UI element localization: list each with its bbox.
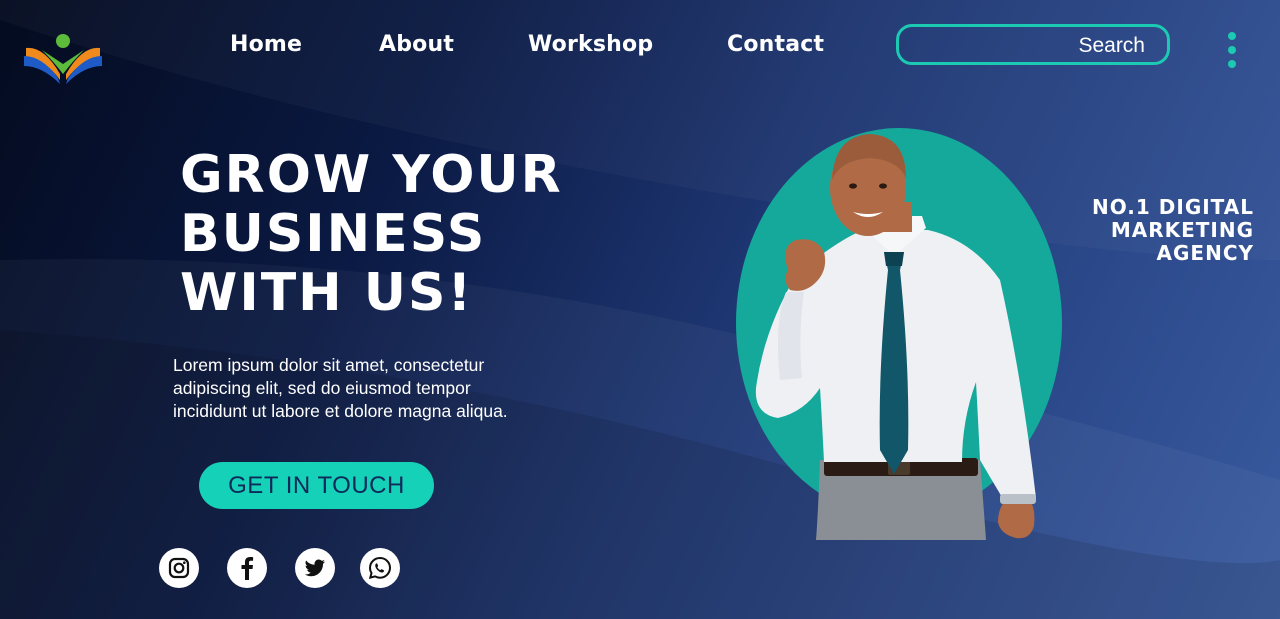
search-label: Search xyxy=(1078,34,1145,57)
description-line: Lorem ipsum dolor sit amet, consectetur xyxy=(173,355,485,375)
nav-item-home[interactable]: Home xyxy=(230,32,302,57)
facebook-icon[interactable] xyxy=(227,548,267,588)
hero-description: Lorem ipsum dolor sit amet, consectetur … xyxy=(173,354,543,423)
hero-headline: GROW YOUR BUSINESS WITH US! xyxy=(180,146,563,323)
kebab-menu-icon[interactable] xyxy=(1222,30,1242,70)
search-input[interactable]: Search xyxy=(896,24,1170,65)
tagline-line: MARKETING xyxy=(1110,218,1254,242)
headline-line: BUSINESS xyxy=(180,204,487,264)
get-in-touch-button[interactable]: GET IN TOUCH xyxy=(199,462,434,509)
description-line: adipiscing elit, sed do eiusmod tempor xyxy=(173,378,471,398)
whatsapp-icon[interactable] xyxy=(360,548,400,588)
book-person-logo-icon[interactable] xyxy=(22,32,104,86)
headline-line: WITH US! xyxy=(180,263,474,323)
tagline-line: AGENCY xyxy=(1156,241,1254,265)
instagram-icon[interactable] xyxy=(159,548,199,588)
nav-item-contact[interactable]: Contact xyxy=(727,32,824,57)
landing-page: Home About Workshop Contact Search GROW … xyxy=(0,0,1280,619)
nav-item-about[interactable]: About xyxy=(379,32,454,57)
headline-line: GROW YOUR xyxy=(180,145,563,205)
twitter-icon[interactable] xyxy=(295,548,335,588)
description-line: incididunt ut labore et dolore magna ali… xyxy=(173,401,508,421)
tagline-line: NO.1 DIGITAL xyxy=(1092,195,1254,219)
agency-tagline: NO.1 DIGITAL MARKETING AGENCY xyxy=(1092,196,1254,265)
nav-item-workshop[interactable]: Workshop xyxy=(528,32,653,57)
businessman-photo xyxy=(755,134,1036,540)
